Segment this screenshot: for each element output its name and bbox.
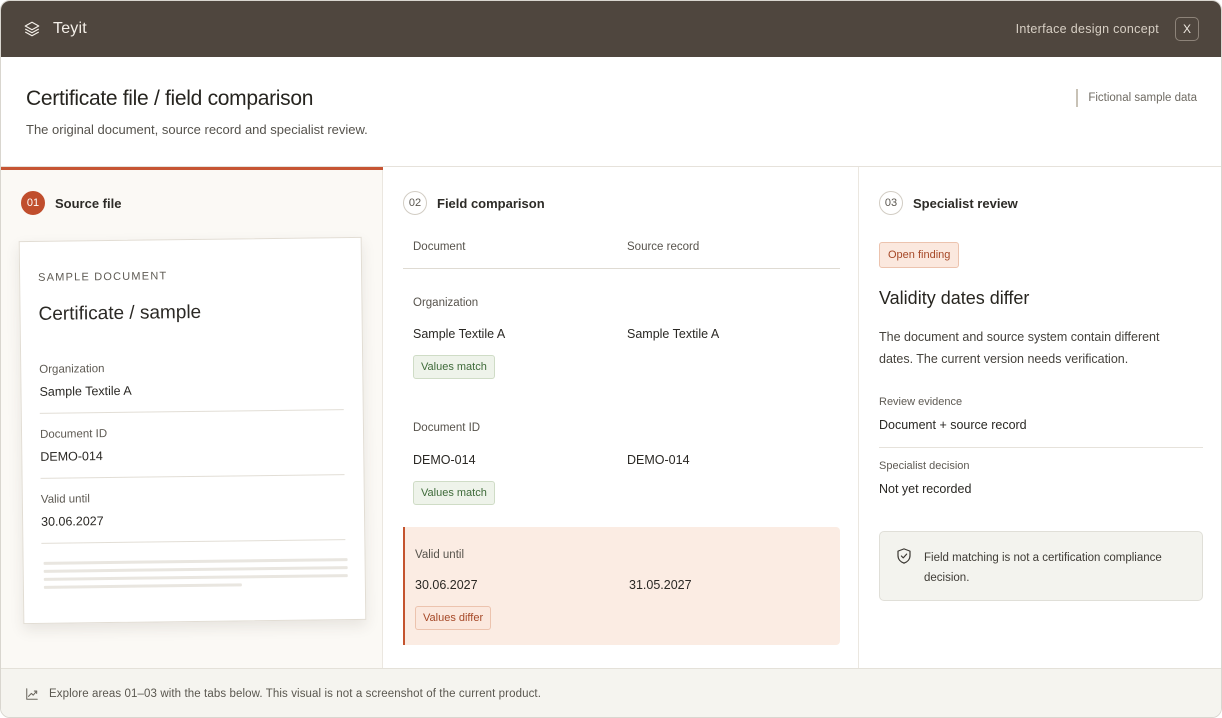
- shield-check-icon: [897, 548, 911, 564]
- field-value: 30.06.2027: [41, 514, 104, 529]
- field-label: Document ID: [39, 428, 108, 441]
- compliance-note: Field matching is not a certification co…: [879, 531, 1203, 601]
- sample-document-card: SAMPLE DOCUMENT Certificate / sample Org…: [18, 236, 367, 625]
- decision-label: Specialist decision: [879, 460, 970, 472]
- field-label: Valid until: [40, 493, 90, 506]
- document-kicker: SAMPLE DOCUMENT: [38, 270, 168, 284]
- specialist-review-panel[interactable]: 03 Specialist review Open finding Validi…: [859, 167, 1221, 668]
- page-header: Certificate file / field comparison The …: [1, 57, 1221, 167]
- document-value: Sample Textile A: [413, 327, 506, 341]
- comparison-row-valid-until[interactable]: Valid until 30.06.2027 31.05.2027 Values…: [403, 527, 840, 645]
- status-badge: Values match: [413, 481, 495, 505]
- step-source-file[interactable]: 01 Source file: [21, 191, 121, 215]
- concept-label: Interface design concept: [1015, 22, 1159, 36]
- close-button[interactable]: X: [1175, 17, 1199, 41]
- source-value: 31.05.2027: [629, 578, 692, 592]
- step-label: Source file: [55, 195, 122, 211]
- title-bar: Teyit Interface design concept X: [1, 1, 1221, 57]
- source-value: DEMO-014: [627, 453, 690, 467]
- field-label: Organization: [39, 363, 105, 376]
- status-badge: Values match: [413, 355, 495, 379]
- decision-value: Not yet recorded: [879, 482, 972, 496]
- row-label: Document ID: [413, 422, 481, 434]
- status-badge: Values differ: [415, 606, 492, 630]
- column-header-document: Document: [413, 241, 466, 253]
- brand: Teyit: [23, 20, 87, 38]
- comparison-header: Document Source record: [403, 241, 840, 269]
- footer-text: Explore areas 01–03 with the tabs below.…: [49, 688, 542, 700]
- source-value: Sample Textile A: [627, 327, 720, 341]
- evidence-value: Document + source record: [879, 418, 1027, 432]
- document-value: 30.06.2027: [415, 578, 478, 592]
- trend-chart-icon: [26, 688, 38, 700]
- layers-icon: [24, 21, 40, 37]
- step-number: 03: [879, 191, 903, 215]
- document-placeholder-lines: [43, 558, 348, 594]
- note-text: Field matching is not a certification co…: [924, 552, 1162, 584]
- review-description: The document and source system contain d…: [879, 330, 1160, 366]
- document-value: DEMO-014: [413, 453, 476, 467]
- row-label: Valid until: [415, 549, 465, 561]
- comparison-row-document-id: Document ID DEMO-014 DEMO-014 Values mat…: [403, 410, 840, 510]
- source-file-panel[interactable]: 01 Source file SAMPLE DOCUMENT Certifica…: [1, 167, 383, 668]
- page-title: Certificate file / field comparison: [26, 87, 314, 110]
- step-label: Field comparison: [437, 195, 545, 211]
- row-label: Organization: [413, 297, 479, 309]
- document-field-id: Document ID DEMO-014: [39, 425, 345, 479]
- step-number: 01: [21, 191, 45, 215]
- evidence-label: Review evidence: [879, 396, 963, 408]
- step-field-comparison[interactable]: 02 Field comparison: [403, 191, 545, 215]
- page-subtitle: The original document, source record and…: [26, 122, 368, 137]
- document-field-valid-until: Valid until 30.06.2027: [40, 490, 346, 544]
- brand-name: Teyit: [53, 20, 87, 37]
- step-label: Specialist review: [913, 195, 1018, 211]
- review-evidence: Review evidence Document + source record: [879, 396, 1203, 448]
- field-value: Sample Textile A: [39, 383, 132, 399]
- step-number: 02: [403, 191, 427, 215]
- column-header-source: Source record: [627, 241, 700, 253]
- document-title: Certificate / sample: [38, 301, 202, 325]
- document-field-organization: Organization Sample Textile A: [39, 360, 344, 414]
- footer-bar: Explore areas 01–03 with the tabs below.…: [1, 668, 1221, 717]
- step-specialist-review[interactable]: 03 Specialist review: [879, 191, 1018, 215]
- open-finding-badge: Open finding: [879, 242, 960, 268]
- app-window: Teyit Interface design concept X Certifi…: [0, 0, 1222, 718]
- sample-data-tag: Fictional sample data: [1076, 89, 1197, 107]
- comparison-row-organization: Organization Sample Textile A Sample Tex…: [403, 285, 840, 385]
- review-title: Validity dates differ: [879, 288, 1030, 308]
- field-comparison-panel[interactable]: 02 Field comparison Document Source reco…: [383, 167, 859, 668]
- field-value: DEMO-014: [40, 449, 103, 464]
- specialist-decision: Specialist decision Not yet recorded: [879, 460, 1203, 512]
